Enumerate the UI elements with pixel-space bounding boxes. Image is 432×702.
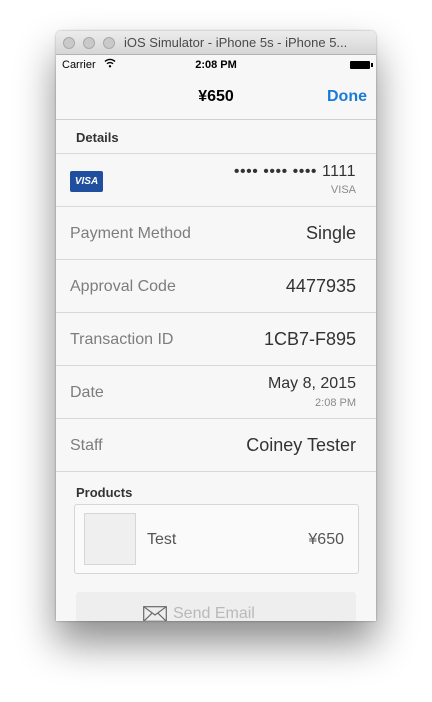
envelope-icon [143,606,167,621]
screen-lower-clip: Products Test ¥650 Send Email [56,0,376,621]
send-email-button[interactable]: Send Email [76,592,356,621]
product-thumbnail [84,513,136,565]
send-email-label: Send Email [173,605,255,621]
screen-lower: Products Test ¥650 Send Email [56,0,376,621]
product-name: Test [147,531,177,548]
product-price: ¥650 [308,531,344,548]
product-card[interactable]: Test ¥650 [74,504,359,574]
products-header: Products [76,485,133,500]
